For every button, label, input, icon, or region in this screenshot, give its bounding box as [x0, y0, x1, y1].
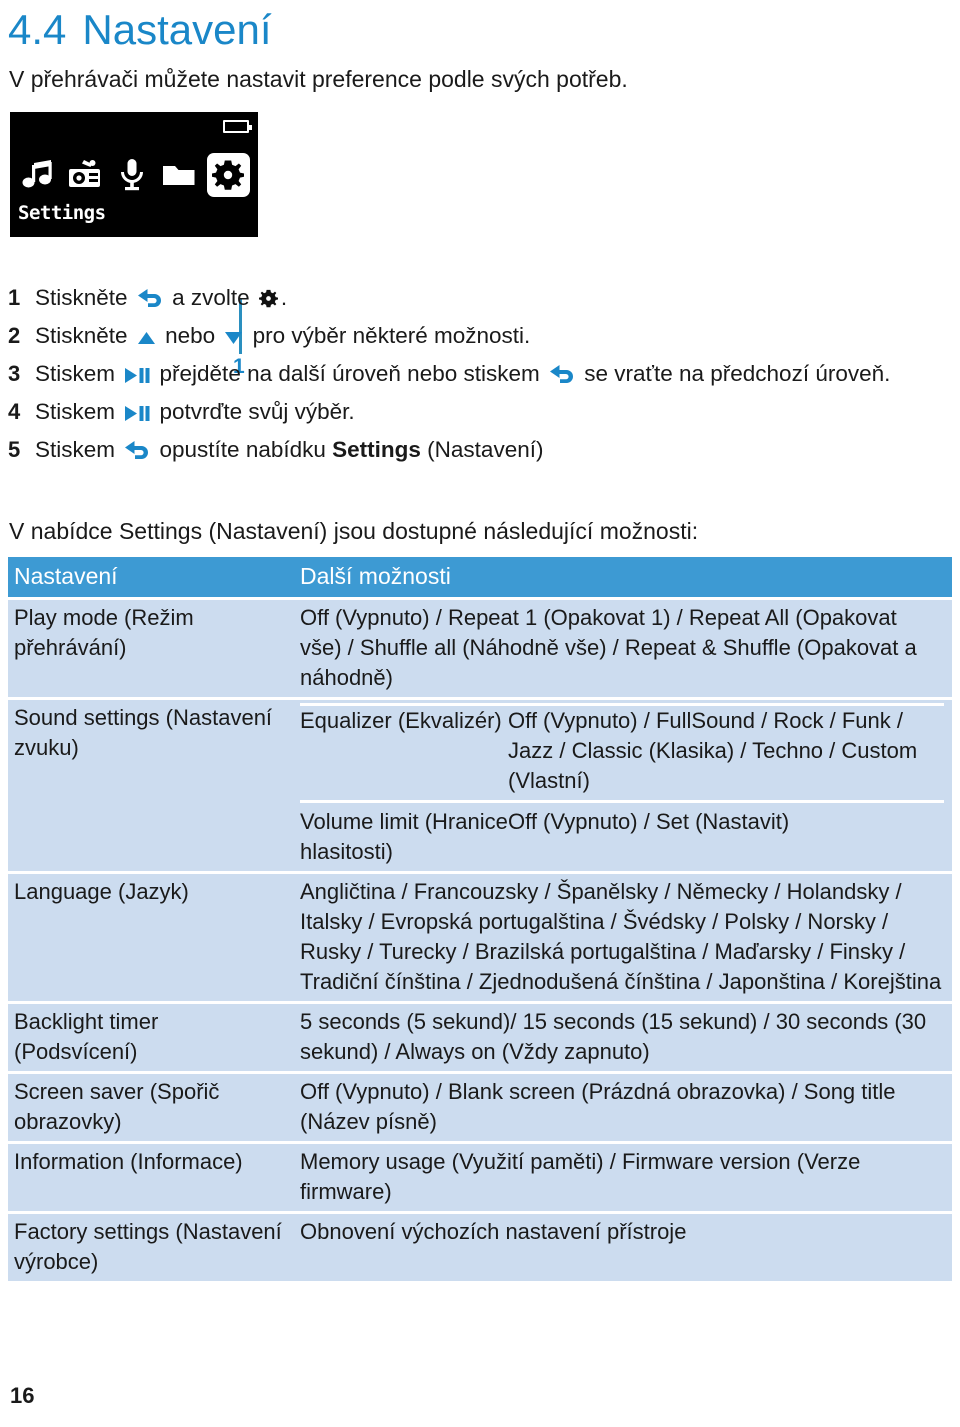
step-number: 4 [8, 399, 21, 424]
device-lcd: Settings [10, 112, 258, 237]
table-row: Information (Informace) Memory usage (Vy… [8, 1141, 952, 1213]
step-number: 5 [8, 437, 21, 462]
cell-setting-options: Memory usage (Využití paměti) / Firmware… [294, 1141, 952, 1213]
list-item: 2 Stiskněte nebo pro výběr některé možno… [8, 321, 952, 351]
step-text-segment: opustíte nabídku [153, 437, 333, 462]
cell-sub-setting-name: Volume limit (Hranice hlasitosti) [300, 800, 508, 867]
cell-setting-name: Backlight timer (Podsvícení) [8, 1001, 294, 1073]
step-text-segment: Stiskem [35, 361, 122, 386]
gear-icon [258, 289, 278, 308]
play-pause-icon [124, 367, 150, 384]
list-item: 5 Stiskem opustíte nabídku Settings (Nas… [8, 435, 952, 465]
step-text-segment: Stiskem [35, 437, 122, 462]
section-title: Nastavení [82, 6, 272, 53]
list-item: 3 Stiskem přejděte na další úroveň nebo … [8, 359, 952, 389]
step-text: Stiskem opustíte nabídku Settings (Nasta… [35, 435, 952, 465]
steps-list: 1 Stiskněte a zvolte . 2 Stiskněte nebo … [8, 283, 952, 473]
cell-sub-setting-options: Off (Vypnuto) / Set (Nastavit) [508, 800, 944, 867]
device-icon-row [18, 152, 251, 198]
table-body: Play mode (Režim přehrávání) Off (Vypnut… [8, 597, 952, 1281]
cell-setting-name: Sound settings (Nastavení zvuku) [8, 697, 294, 873]
list-item: 1 Stiskněte a zvolte . [8, 283, 952, 313]
intro-paragraph: V přehrávači můžete nastavit preference … [9, 66, 628, 92]
step-number: 3 [8, 361, 21, 386]
triangle-up-icon [137, 330, 156, 346]
table-header-row: Nastavení Další možnosti [8, 557, 952, 599]
cell-sub-setting-options: Off (Vypnuto) / FullSound / Rock / Funk … [508, 703, 944, 802]
sub-settings-table: Equalizer (Ekvalizér) Off (Vypnuto) / Fu… [300, 703, 944, 867]
page-number: 16 [10, 1383, 35, 1408]
back-arrow-icon [124, 440, 150, 460]
table-row: Backlight timer (Podsvícení) 5 seconds (… [8, 1001, 952, 1073]
play-pause-icon [124, 405, 150, 422]
cell-setting-options: Equalizer (Ekvalizér) Off (Vypnuto) / Fu… [294, 697, 952, 873]
step-text-segment: pro výběr některé možnosti. [246, 323, 531, 348]
cell-setting-name: Language (Jazyk) [8, 871, 294, 1003]
triangle-down-icon [224, 330, 243, 346]
cell-setting-options: Angličtina / Francouzsky / Španělsky / N… [294, 871, 952, 1003]
step-number: 2 [8, 323, 21, 348]
device-screen-label: Settings [18, 202, 106, 224]
sub-table-row: Equalizer (Ekvalizér) Off (Vypnuto) / Fu… [300, 703, 944, 802]
music-note-icon [18, 153, 57, 197]
cell-setting-name: Play mode (Režim přehrávání) [8, 597, 294, 699]
cell-setting-options: Obnovení výchozích nastavení přístroje [294, 1211, 952, 1281]
step-text-segment: Stiskem [35, 399, 122, 424]
column-header-options: Další možnosti [294, 557, 952, 599]
cell-setting-name: Screen saver (Spořič obrazovky) [8, 1071, 294, 1143]
column-header-setting: Nastavení [8, 557, 294, 599]
step-text-segment: (Nastavení) [420, 437, 544, 462]
list-item: 4 Stiskem potvrďte svůj výběr. [8, 397, 952, 427]
page-title: 4.4 Nastavení [8, 6, 272, 54]
step-text: Stiskněte nebo pro výběr některé možnost… [35, 321, 952, 351]
cell-setting-name: Factory settings (Nastavení výrobce) [8, 1211, 294, 1281]
settings-menu-name: Settings [332, 437, 421, 462]
battery-icon [223, 120, 252, 133]
table-head: Nastavení Další možnosti [8, 557, 952, 599]
step-text-segment: a zvolte [165, 285, 256, 310]
cell-sub-setting-name: Equalizer (Ekvalizér) [300, 703, 508, 802]
device-screen-figure: Settings 1 [10, 112, 258, 378]
gear-icon [206, 153, 251, 197]
table-row: Sound settings (Nastavení zvuku) Equaliz… [8, 697, 952, 873]
table-lead-in: V nabídce Settings (Nastavení) jsou dost… [9, 518, 699, 544]
step-text-segment: přejděte na další úroveň nebo stiskem [153, 361, 546, 386]
back-arrow-icon [137, 288, 163, 308]
cell-setting-options: 5 seconds (5 sekund)/ 15 seconds (15 sek… [294, 1001, 952, 1073]
back-arrow-icon [549, 364, 575, 384]
table-row: Play mode (Režim přehrávání) Off (Vypnut… [8, 597, 952, 699]
section-number: 4.4 [8, 6, 67, 53]
cell-setting-options: Off (Vypnuto) / Blank screen (Prázdná ob… [294, 1071, 952, 1143]
table-row: Factory settings (Nastavení výrobce) Obn… [8, 1211, 952, 1281]
step-text: Stiskem potvrďte svůj výběr. [35, 397, 952, 427]
step-text-segment: Stiskněte [35, 285, 134, 310]
step-text: Stiskněte a zvolte . [35, 283, 952, 313]
table-row: Language (Jazyk) Angličtina / Francouzsk… [8, 871, 952, 1003]
table-row: Screen saver (Spořič obrazovky) Off (Vyp… [8, 1071, 952, 1143]
microphone-icon [112, 153, 151, 197]
sub-table-row: Volume limit (Hranice hlasitosti) Off (V… [300, 800, 944, 867]
step-text-segment: se vraťte na předchozí úroveň. [578, 361, 891, 386]
step-text-segment: . [280, 285, 288, 310]
manual-page: 4.4 Nastavení V přehrávači můžete nastavi… [0, 0, 960, 1427]
step-text-segment: nebo [158, 323, 222, 348]
cell-setting-options: Off (Vypnuto) / Repeat 1 (Opakovat 1) / … [294, 597, 952, 699]
step-text-segment: Stiskněte [35, 323, 134, 348]
step-number: 1 [8, 285, 21, 310]
step-text: Stiskem přejděte na další úroveň nebo st… [35, 359, 952, 389]
settings-table: Nastavení Další možnosti Play mode (Reži… [8, 557, 952, 1281]
step-text-segment: potvrďte svůj výběr. [153, 399, 355, 424]
folder-icon [160, 153, 199, 197]
radio-icon [65, 153, 104, 197]
cell-setting-name: Information (Informace) [8, 1141, 294, 1213]
